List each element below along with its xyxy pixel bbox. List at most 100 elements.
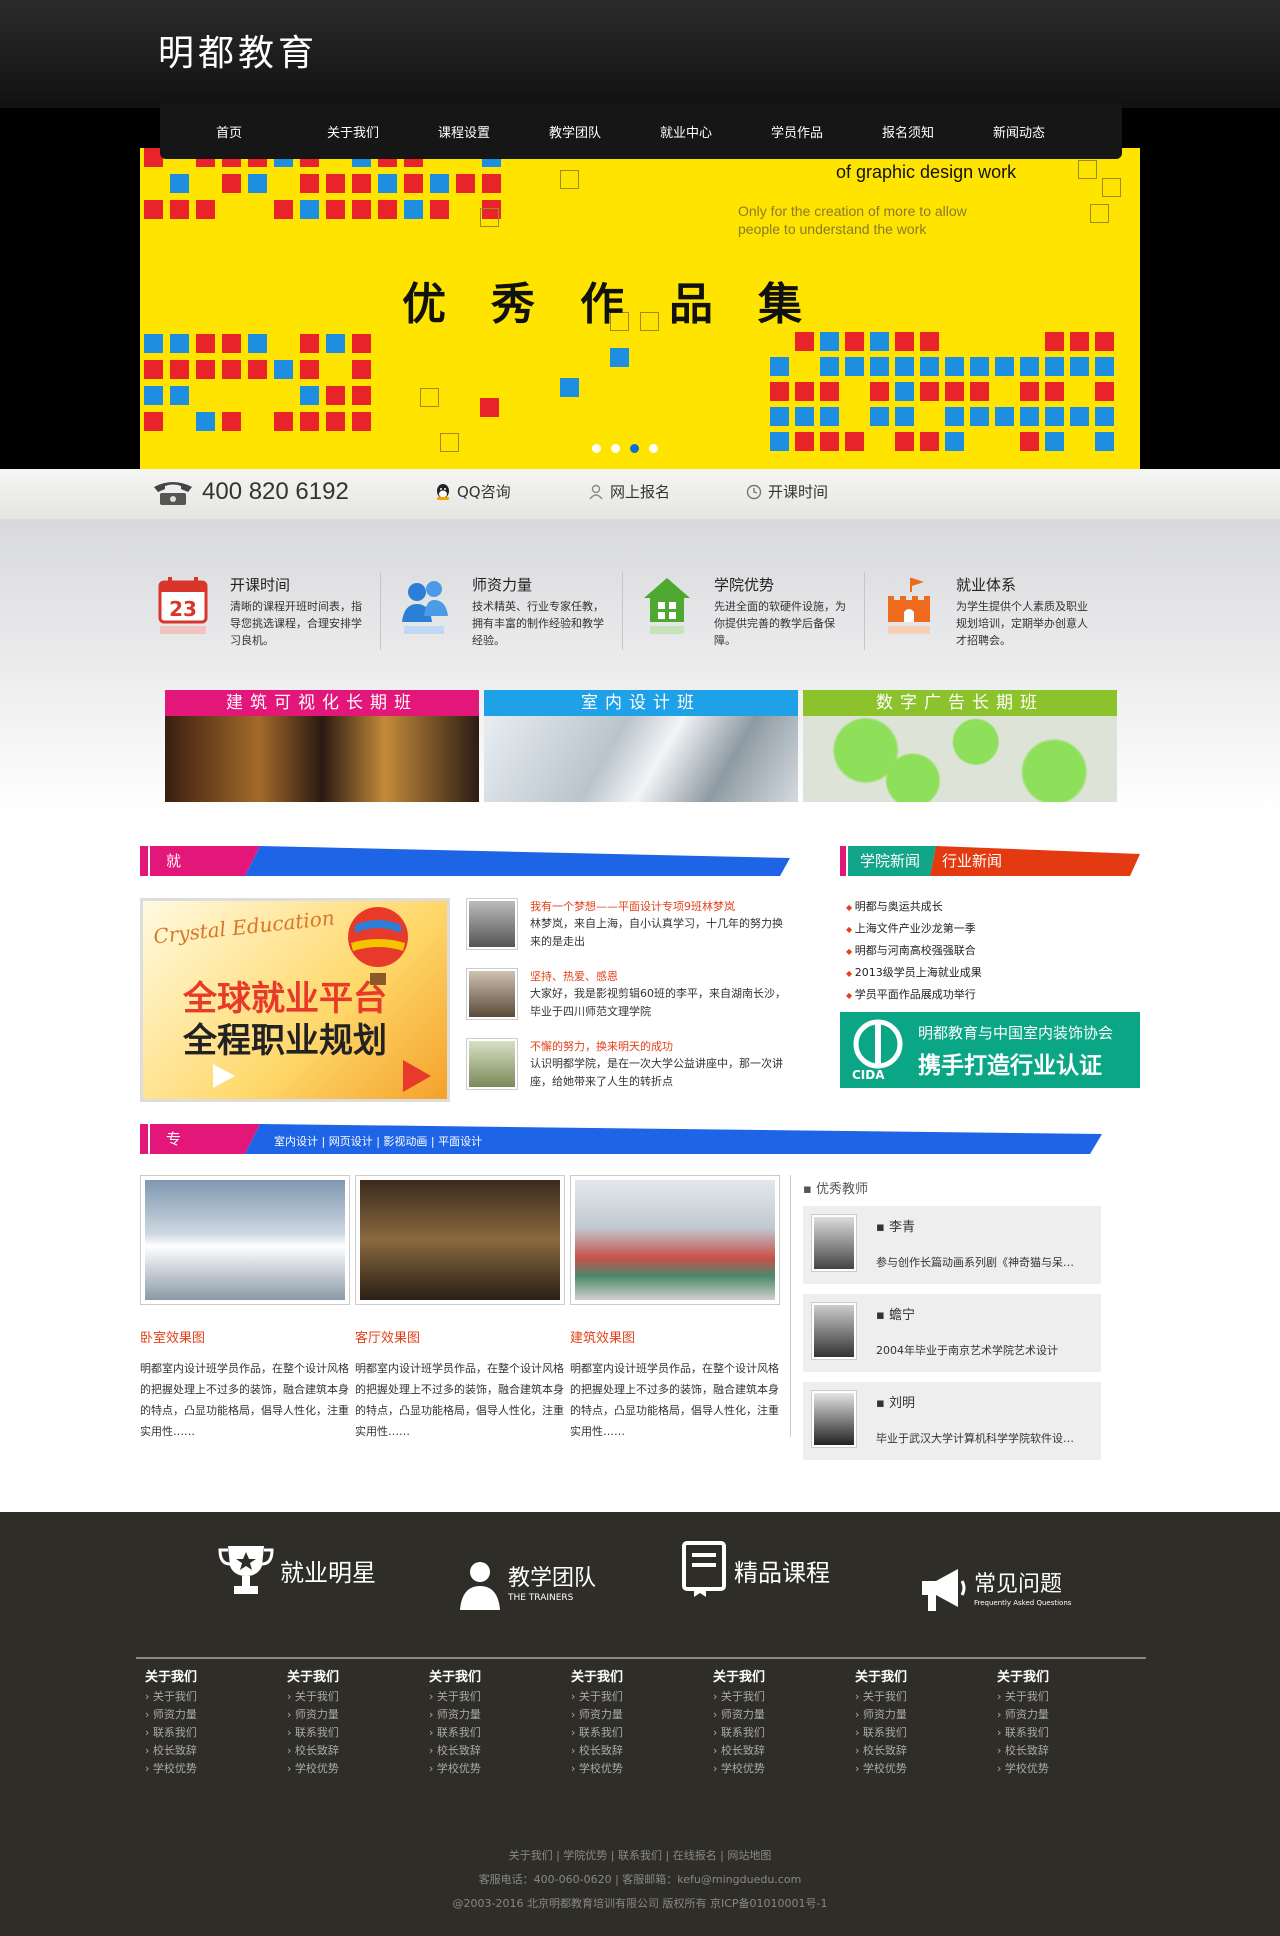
teacher-card[interactable]: ▪ 刘明 毕业于武汉大学计算机科学学院软件设… [803,1382,1101,1460]
footer-column-heading[interactable]: 关于我们 [855,1668,975,1688]
nav-item-courses[interactable]: 课程设置 [412,122,523,141]
footer-column-heading[interactable]: 关于我们 [997,1668,1117,1688]
footer-link[interactable]: 师资力量 [287,1706,407,1724]
work-title[interactable]: 客厅效果图 [355,1327,565,1346]
section-title-professional[interactable]: 专业风采 [140,1124,181,1238]
footer-column-heading[interactable]: 关于我们 [145,1668,265,1688]
footer-link[interactable]: 关于我们 [287,1688,407,1706]
footer-link[interactable]: 学校优势 [145,1760,265,1778]
footer-link[interactable]: 师资力量 [997,1706,1117,1724]
footer-link[interactable]: 联系我们 [287,1724,407,1742]
footer-link[interactable]: 学校优势 [571,1760,691,1778]
footer-link[interactable]: 师资力量 [429,1706,549,1724]
news-title[interactable]: 我有一个梦想——平面设计专项9班林梦岚 [530,898,735,914]
footer-link[interactable]: 学校优势 [429,1760,549,1778]
footer-link[interactable]: 关于我们 [429,1688,549,1706]
course-tile-architecture[interactable]: 建筑可视化长期班 [165,690,479,802]
nav-item-works[interactable]: 学员作品 [745,122,856,141]
footer-link[interactable]: 联系我们 [429,1724,549,1742]
slider-dot[interactable] [592,444,601,453]
footer-link[interactable]: 关于我们 [997,1688,1117,1706]
work-card[interactable]: 卧室效果图 明都室内设计班学员作品，在整个设计风格的把握处理上不过多的装饰，融合… [140,1175,350,1442]
footer-link[interactable]: 师资力量 [713,1706,833,1724]
footer-column-heading[interactable]: 关于我们 [713,1668,833,1688]
footer-link[interactable]: 关于我们 [855,1688,975,1706]
footer-link[interactable]: 校长致辞 [571,1742,691,1760]
badge-quality-courses[interactable]: 精品课程 [680,1540,830,1600]
footer-link[interactable]: 校长致辞 [855,1742,975,1760]
schedule-link[interactable]: 开课时间 [746,481,828,502]
nav-item-team[interactable]: 教学团队 [523,122,634,141]
footer-link[interactable]: 学校优势 [997,1760,1117,1778]
footer-link[interactable]: 校长致辞 [287,1742,407,1760]
footer-link[interactable]: 师资力量 [145,1706,265,1724]
feature-schedule[interactable]: 23 开课时间 清晰的课程开班时间表，指导您挑选课程，合理安排学习良机。 [158,572,388,652]
online-signup-link[interactable]: 网上报名 [588,481,670,502]
footer-links[interactable]: 关于我们 | 学院优势 | 联系我们 | 在线报名 | 网站地图 [0,1847,1280,1863]
news-title[interactable]: 不懈的努力，换来明天的成功 [530,1038,673,1054]
feature-career[interactable]: 就业体系 为学生提供个人素质及职业规划培训，定期举办创意人才招聘会。 [884,572,1114,652]
work-title[interactable]: 卧室效果图 [140,1327,350,1346]
feature-advantage[interactable]: 学院优势 先进全面的软硬件设施，为你提供完善的教学后备保障。 [642,572,872,652]
list-item[interactable]: 2013级学员上海就业成果 [846,962,982,984]
work-card[interactable]: 建筑效果图 明都室内设计班学员作品，在整个设计风格的把握处理上不过多的装饰，融合… [570,1175,780,1442]
footer-link[interactable]: 联系我们 [997,1724,1117,1742]
list-item[interactable]: 明都与河南高校强强联合 [846,940,982,962]
work-title[interactable]: 建筑效果图 [570,1327,780,1346]
news-item[interactable]: 不懈的努力，换来明天的成功 认识明都学院，是在一次大学公益讲座中，那一次讲座，给… [466,1038,796,1096]
footer-link[interactable]: 学校优势 [287,1760,407,1778]
footer-link[interactable]: 学校优势 [855,1760,975,1778]
footer-link[interactable]: 关于我们 [713,1688,833,1706]
footer-link[interactable]: 联系我们 [855,1724,975,1742]
pattern-square [610,348,629,367]
nav-item-career[interactable]: 就业中心 [634,122,745,141]
banner-slide[interactable]: of graphic design work Only for the crea… [140,148,1140,469]
course-tile-interior[interactable]: 室内设计班 [484,690,798,802]
news-item[interactable]: 坚持、热爱、感恩 大家好，我是影视剪辑60班的李平，来自湖南长沙，毕业于四川师范… [466,968,796,1026]
slider-dot[interactable] [649,444,658,453]
tab-industry-news[interactable]: 行业新闻 [942,846,1002,876]
phone-number[interactable]: 400 820 6192 [202,478,349,506]
nav-item-about[interactable]: 关于我们 [301,122,412,141]
footer-link[interactable]: 学校优势 [713,1760,833,1778]
work-card[interactable]: 客厅效果图 明都室内设计班学员作品，在整个设计风格的把握处理上不过多的装饰，融合… [355,1175,565,1442]
list-item[interactable]: 明都与奥运共成长 [846,896,982,918]
badge-star-students[interactable]: 就业明星 [218,1540,376,1600]
footer-column-heading[interactable]: 关于我们 [571,1668,691,1688]
list-item[interactable]: 上海文件产业沙龙第一季 [846,918,982,940]
footer-link[interactable]: 校长致辞 [145,1742,265,1760]
teacher-card[interactable]: ▪ 蟾宁 2004年毕业于南京艺术学院艺术设计 [803,1294,1101,1372]
tab-college-news[interactable]: 学院新闻 [860,846,920,876]
feature-faculty[interactable]: 师资力量 技术精英、行业专家任教，拥有丰富的制作经验和教学经验。 [400,572,630,652]
list-item[interactable]: 学员平面作品展成功举行 [846,984,982,1006]
footer-link[interactable]: 联系我们 [713,1724,833,1742]
section-title-employment[interactable]: 就业服务 [140,846,181,960]
footer-column-heading[interactable]: 关于我们 [287,1668,407,1688]
course-tile-advertising[interactable]: 数字广告长期班 [803,690,1117,802]
slider-dot-active[interactable] [630,444,639,453]
nav-item-news[interactable]: 新闻动态 [967,122,1078,141]
teacher-card[interactable]: ▪ 李青 参与创作长篇动画系列剧《神奇猫与呆… [803,1206,1101,1284]
footer-link[interactable]: 关于我们 [145,1688,265,1706]
footer-link[interactable]: 联系我们 [145,1724,265,1742]
qq-consult-link[interactable]: QQ咨询 [435,481,511,502]
footer-link[interactable]: 关于我们 [571,1688,691,1706]
cida-banner[interactable]: CIDA 明都教育与中国室内装饰协会 携手打造行业认证 [840,1012,1140,1088]
slider-dot[interactable] [611,444,620,453]
badge-faq[interactable]: 常见问题 Frequently Asked Questions [918,1560,1071,1620]
site-logo[interactable]: 明都教育 [158,24,318,76]
news-title[interactable]: 坚持、热爱、感恩 [530,968,618,984]
nav-item-home[interactable]: 首页 [190,122,301,141]
footer-link[interactable]: 校长致辞 [997,1742,1117,1760]
footer-column-heading[interactable]: 关于我们 [429,1668,549,1688]
footer-link[interactable]: 师资力量 [855,1706,975,1724]
footer-link[interactable]: 联系我们 [571,1724,691,1742]
footer-link[interactable]: 校长致辞 [429,1742,549,1760]
news-item[interactable]: 我有一个梦想——平面设计专项9班林梦岚 林梦岚，来自上海，自小认真学习，十几年的… [466,898,796,956]
nav-item-enroll[interactable]: 报名须知 [856,122,967,141]
category-links[interactable]: 室内设计 | 网页设计 | 影视动画 | 平面设计 [274,1133,482,1149]
footer-link[interactable]: 师资力量 [571,1706,691,1724]
career-promo-banner[interactable]: Crystal Education 全球就业平台 全程职业规划 [140,898,450,1102]
footer-link[interactable]: 校长致辞 [713,1742,833,1760]
badge-teaching-team[interactable]: 教学团队 THE TRAINERS [458,1555,596,1615]
